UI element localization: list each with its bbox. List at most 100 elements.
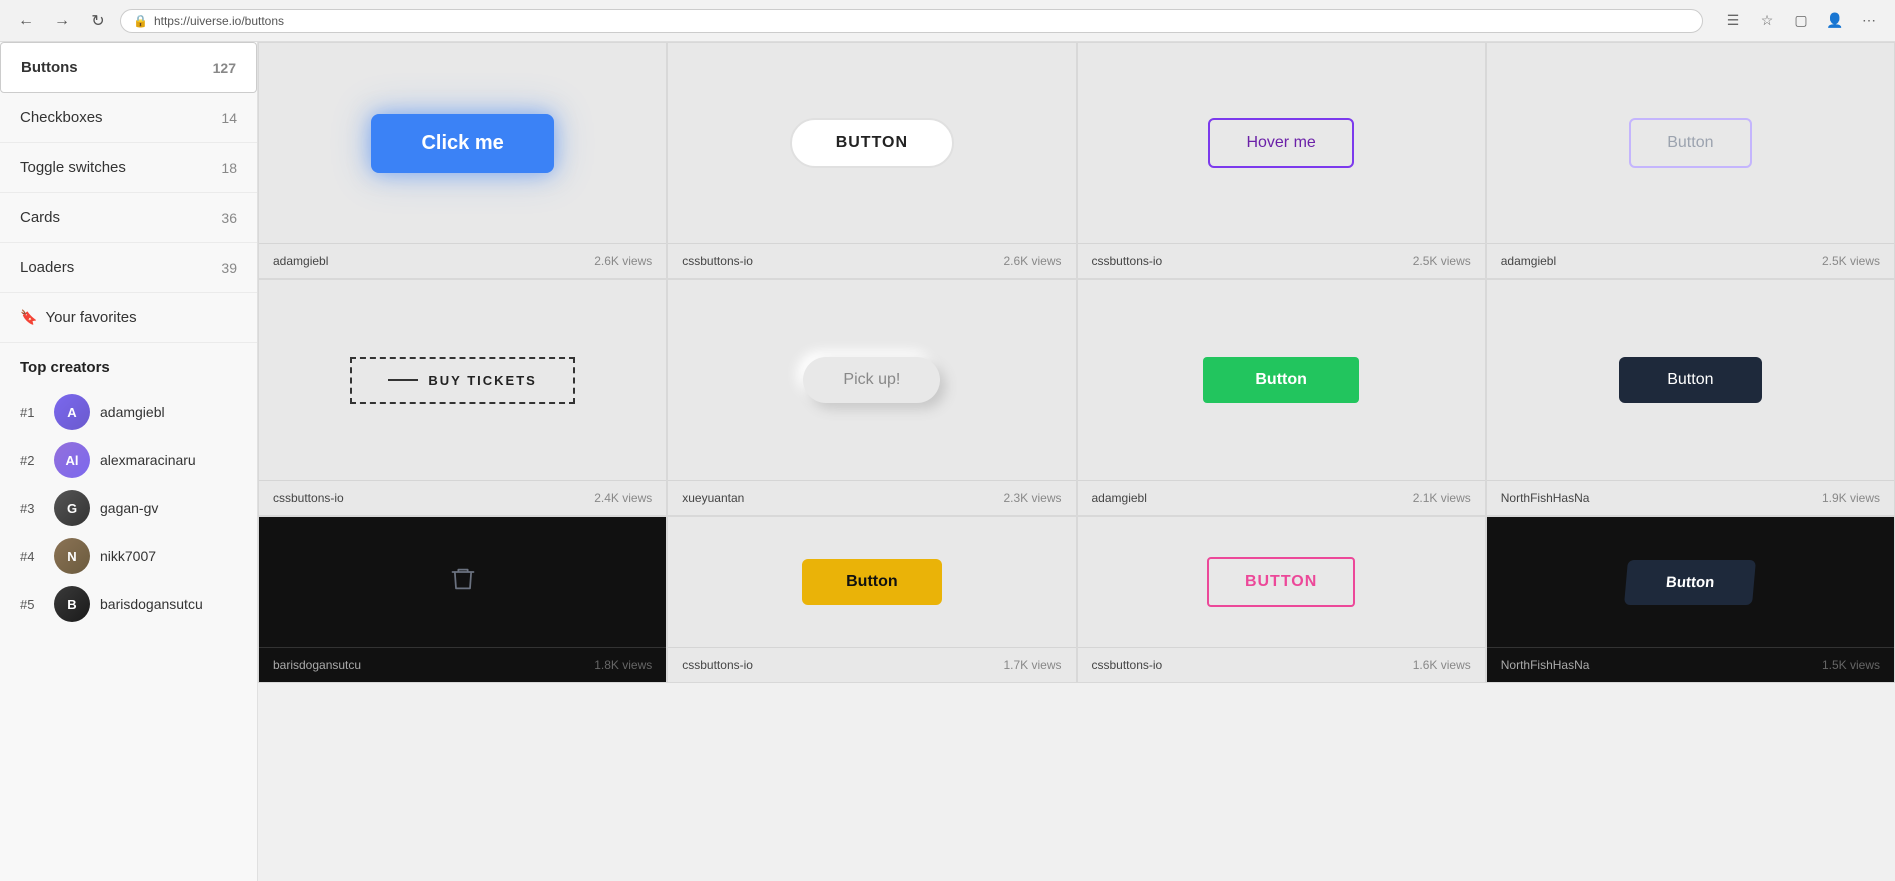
creator-rank-1: #1 [20, 405, 44, 420]
card-1-views: 2.6K views [594, 254, 652, 268]
sidebar-label-favorites: Your favorites [45, 309, 237, 326]
browser-chrome: ← → ↻ 🔒 https://uiverse.io/buttons ☰ ☆ ▢… [0, 0, 1895, 42]
more-button[interactable]: ⋯ [1855, 7, 1883, 35]
trash-icon-button[interactable] [449, 565, 477, 599]
pill-button[interactable]: BUTTON [790, 118, 954, 168]
sidebar-count-checkboxes: 14 [221, 110, 237, 126]
sidebar: Buttons 127 Checkboxes 14 Toggle switche… [0, 42, 258, 881]
card-6-views: 2.3K views [1003, 491, 1061, 505]
card-2-preview: BUTTON [668, 43, 1075, 243]
creator-item-3[interactable]: #3 G gagan-gv [20, 484, 237, 532]
sidebar-label-checkboxes: Checkboxes [20, 109, 103, 126]
creator-item-2[interactable]: #2 Al alexmaracinaru [20, 436, 237, 484]
dash-line [388, 379, 418, 381]
card-11-footer: cssbuttons-io 1.6K views [1078, 647, 1485, 682]
browser-actions: ☰ ☆ ▢ 👤 ⋯ [1719, 7, 1883, 35]
card-5-preview: BUY TICKETS [259, 280, 666, 480]
card-3: Hover me cssbuttons-io 2.5K views [1077, 42, 1486, 279]
card-4-views: 2.5K views [1822, 254, 1880, 268]
card-12-preview: Button [1487, 517, 1894, 647]
app-layout: Buttons 127 Checkboxes 14 Toggle switche… [0, 42, 1895, 881]
star-button[interactable]: ☆ [1753, 7, 1781, 35]
creator-name-2: alexmaracinaru [100, 452, 196, 468]
card-3-author: cssbuttons-io [1092, 254, 1163, 268]
card-1-preview: Click me [259, 43, 666, 243]
creator-avatar-5: B [54, 586, 90, 622]
creator-avatar-4: N [54, 538, 90, 574]
card-5-views: 2.4K views [594, 491, 652, 505]
card-2-author: cssbuttons-io [682, 254, 753, 268]
card-5-author: cssbuttons-io [273, 491, 344, 505]
sidebar-label-toggle: Toggle switches [20, 159, 126, 176]
sidebar-item-loaders[interactable]: Loaders 39 [0, 243, 257, 293]
card-4: Button adamgiebl 2.5K views [1486, 42, 1895, 279]
sidebar-item-cards[interactable]: Cards 36 [0, 193, 257, 243]
main-content: Click me adamgiebl 2.6K views BUTTON css… [258, 42, 1895, 881]
card-6-author: xueyuantan [682, 491, 744, 505]
creator-item-5[interactable]: #5 B barisdogansutcu [20, 580, 237, 628]
creator-item-4[interactable]: #4 N nikk7007 [20, 532, 237, 580]
pink-outline-button[interactable]: BUTTON [1207, 557, 1355, 607]
card-4-preview: Button [1487, 43, 1894, 243]
sidebar-label-buttons: Buttons [21, 59, 78, 76]
card-10-author: cssbuttons-io [682, 658, 753, 672]
hover-me-button[interactable]: Hover me [1208, 118, 1353, 168]
card-9-author: barisdogansutcu [273, 658, 361, 672]
pick-up-button[interactable]: Pick up! [803, 357, 940, 403]
card-7-author: adamgiebl [1092, 491, 1147, 505]
sidebar-count-buttons: 127 [213, 60, 236, 76]
card-7-footer: adamgiebl 2.1K views [1078, 480, 1485, 515]
buy-tickets-button[interactable]: BUY TICKETS [350, 357, 574, 404]
creator-rank-3: #3 [20, 501, 44, 516]
creator-item-1[interactable]: #1 A adamgiebl [20, 388, 237, 436]
cards-grid: Click me adamgiebl 2.6K views BUTTON css… [258, 42, 1895, 683]
card-2-footer: cssbuttons-io 2.6K views [668, 243, 1075, 278]
card-11-author: cssbuttons-io [1092, 658, 1163, 672]
card-7-views: 2.1K views [1413, 491, 1471, 505]
green-button[interactable]: Button [1203, 357, 1359, 403]
creator-name-5: barisdogansutcu [100, 596, 203, 612]
card-9-views: 1.8K views [594, 658, 652, 672]
sidebar-item-toggle-switches[interactable]: Toggle switches 18 [0, 143, 257, 193]
reader-view-button[interactable]: ☰ [1719, 7, 1747, 35]
url-text: https://uiverse.io/buttons [154, 14, 284, 28]
card-3-preview: Hover me [1078, 43, 1485, 243]
card-12-author: NorthFishHasNa [1501, 658, 1590, 672]
card-10-footer: cssbuttons-io 1.7K views [668, 647, 1075, 682]
sidebar-item-buttons[interactable]: Buttons 127 [0, 42, 257, 93]
sidebar-count-toggle: 18 [221, 160, 237, 176]
card-8: Button NorthFishHasNa 1.9K views [1486, 279, 1895, 516]
card-1-footer: adamgiebl 2.6K views [259, 243, 666, 278]
card-12: Button NorthFishHasNa 1.5K views [1486, 516, 1895, 683]
creator-avatar-3: G [54, 490, 90, 526]
card-9: barisdogansutcu 1.8K views [258, 516, 667, 683]
card-10: Button cssbuttons-io 1.7K views [667, 516, 1076, 683]
card-5-footer: cssbuttons-io 2.4K views [259, 480, 666, 515]
collections-button[interactable]: ▢ [1787, 7, 1815, 35]
sidebar-item-checkboxes[interactable]: Checkboxes 14 [0, 93, 257, 143]
sidebar-item-favorites[interactable]: 🔖 Your favorites [0, 293, 257, 343]
dark-slant-button[interactable]: Button [1624, 560, 1756, 605]
creator-name-4: nikk7007 [100, 548, 156, 564]
outline-purple-button[interactable]: Button [1629, 118, 1751, 168]
dark-navy-button[interactable]: Button [1619, 357, 1761, 403]
card-9-footer: barisdogansutcu 1.8K views [259, 647, 666, 682]
click-me-button[interactable]: Click me [371, 114, 553, 173]
profile-button[interactable]: 👤 [1821, 7, 1849, 35]
forward-button[interactable]: → [48, 7, 76, 35]
yellow-button[interactable]: Button [802, 559, 942, 605]
reload-button[interactable]: ↻ [84, 7, 112, 35]
sidebar-label-loaders: Loaders [20, 259, 74, 276]
address-bar[interactable]: 🔒 https://uiverse.io/buttons [120, 9, 1703, 33]
creator-rank-4: #4 [20, 549, 44, 564]
card-8-footer: NorthFishHasNa 1.9K views [1487, 480, 1894, 515]
back-button[interactable]: ← [12, 7, 40, 35]
card-3-footer: cssbuttons-io 2.5K views [1078, 243, 1485, 278]
card-8-views: 1.9K views [1822, 491, 1880, 505]
sidebar-count-loaders: 39 [221, 260, 237, 276]
card-6: Pick up! xueyuantan 2.3K views [667, 279, 1076, 516]
card-2: BUTTON cssbuttons-io 2.6K views [667, 42, 1076, 279]
card-11-preview: BUTTON [1078, 517, 1485, 647]
card-2-views: 2.6K views [1003, 254, 1061, 268]
card-9-preview [259, 517, 666, 647]
